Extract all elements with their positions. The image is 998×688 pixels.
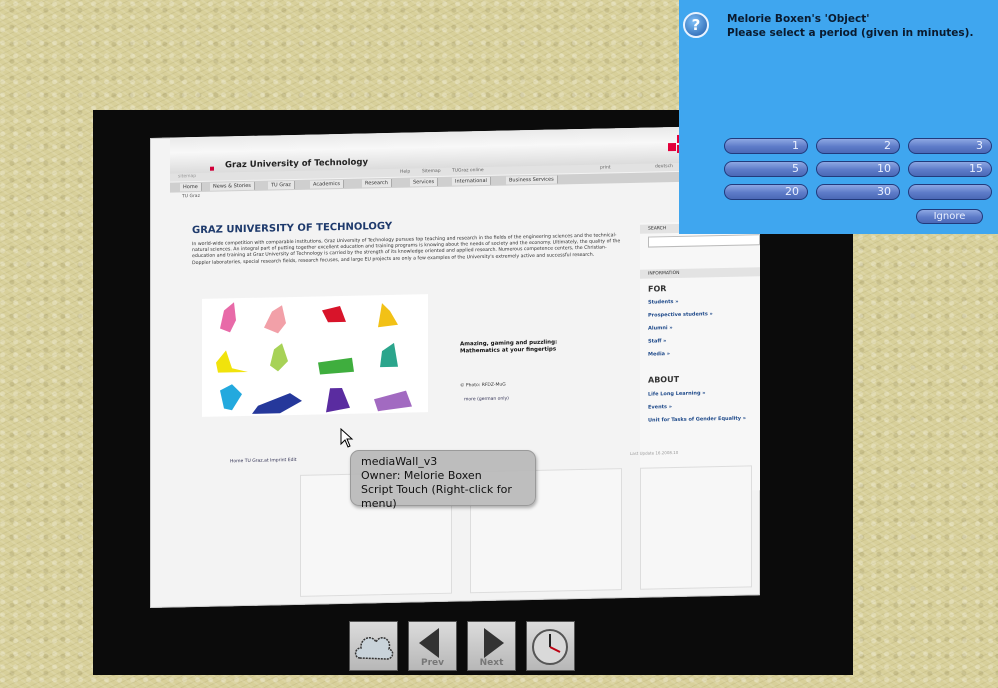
nav-home[interactable]: Home	[180, 182, 202, 192]
arrow-left-icon	[419, 628, 439, 658]
object-tooltip: mediaWall_v3 Owner: Melorie Boxen Script…	[350, 450, 536, 510]
intro-text: In world-wide competition with comparabl…	[192, 233, 621, 266]
nav-research[interactable]: Research	[362, 178, 392, 188]
link-lifelong[interactable]: Life Long Learning »	[648, 390, 706, 397]
dialog-prompt: Please select a period (given in minutes…	[727, 27, 974, 39]
clock-icon	[532, 629, 568, 665]
info-header: INFORMATION	[640, 267, 760, 279]
period-button-15[interactable]: 15	[908, 161, 992, 177]
period-button-10[interactable]: 10	[816, 161, 900, 177]
page-title: GRAZ UNIVERSITY OF TECHNOLOGY	[192, 220, 393, 237]
link-media[interactable]: Media »	[648, 351, 670, 357]
period-button-5[interactable]: 5	[724, 161, 808, 177]
ignore-button[interactable]: Ignore	[916, 209, 983, 224]
nav-business[interactable]: Business Services	[506, 175, 558, 185]
media-wall-screen[interactable]: Graz University of Technology sitemap He…	[150, 125, 760, 608]
arrow-right-icon	[484, 628, 504, 658]
tangram-figures-icon	[216, 302, 412, 414]
util-sitemap[interactable]: Sitemap	[422, 169, 441, 174]
link-students[interactable]: Students »	[648, 299, 678, 306]
footer-links[interactable]: Home TU Graz.at Imprint Edit	[230, 458, 296, 464]
question-icon: ?	[683, 12, 709, 38]
prev-label: Prev	[420, 658, 444, 668]
empty-panel	[640, 465, 752, 590]
prev-button[interactable]: Prev	[408, 621, 457, 671]
next-label: Next	[479, 658, 504, 668]
nav-tugraz[interactable]: TU Graz	[268, 180, 295, 190]
util-print[interactable]: print	[600, 165, 611, 170]
search-input[interactable]	[648, 234, 760, 248]
tooltip-object-name: mediaWall_v3	[361, 455, 438, 468]
util-online[interactable]: TUGraz online	[452, 168, 484, 174]
nav-international[interactable]: International	[452, 176, 491, 186]
cloud-button[interactable]	[349, 621, 398, 671]
photo-credit: © Photo: RFDZ-MuG	[460, 382, 506, 389]
period-button-2[interactable]: 2	[816, 138, 900, 154]
footer-update: Last Update 16.2008.10	[630, 449, 679, 456]
dialog-title: Melorie Boxen's 'Object' Please select a…	[727, 12, 973, 40]
link-alumni[interactable]: Alumni »	[648, 325, 673, 332]
tooltip-script-hint: Script Touch (Right-click for menu)	[361, 483, 512, 510]
cloud-icon	[354, 637, 394, 660]
nav-academics[interactable]: Academics	[310, 179, 345, 189]
period-button-1[interactable]: 1	[724, 138, 808, 154]
header-bullet-icon	[210, 166, 214, 171]
period-button-3[interactable]: 3	[908, 138, 992, 154]
util-help[interactable]: Help	[400, 170, 410, 175]
util-language[interactable]: deutsch	[655, 164, 673, 169]
link-gender[interactable]: Unit for Tasks of Gender Equality »	[648, 415, 748, 424]
timer-button[interactable]	[526, 621, 575, 671]
link-prospective[interactable]: Prospective students »	[648, 311, 713, 318]
about-heading: ABOUT	[648, 374, 680, 385]
period-button-empty[interactable]	[908, 184, 992, 200]
university-name: Graz University of Technology	[225, 157, 369, 171]
link-events[interactable]: Events »	[648, 404, 672, 411]
period-select-dialog: ? Melorie Boxen's 'Object' Please select…	[679, 0, 998, 234]
dialog-object-name: Melorie Boxen's 'Object'	[727, 13, 870, 25]
tangram-image	[202, 294, 428, 417]
tooltip-owner: Owner: Melorie Boxen	[361, 469, 482, 482]
period-button-30[interactable]: 30	[816, 184, 900, 200]
mouse-cursor-icon	[340, 428, 354, 448]
next-button[interactable]: Next	[467, 621, 516, 671]
link-staff[interactable]: Staff »	[648, 338, 666, 344]
more-link[interactable]: more (german only)	[464, 396, 509, 402]
period-button-20[interactable]: 20	[724, 184, 808, 200]
nav-services[interactable]: Services	[410, 177, 439, 187]
breadcrumb[interactable]: TU Graz	[182, 194, 200, 199]
image-caption: Amazing, gaming and puzzling: Mathematic…	[460, 339, 558, 355]
nav-news[interactable]: News & Stories	[210, 181, 255, 191]
for-heading: FOR	[648, 284, 667, 294]
